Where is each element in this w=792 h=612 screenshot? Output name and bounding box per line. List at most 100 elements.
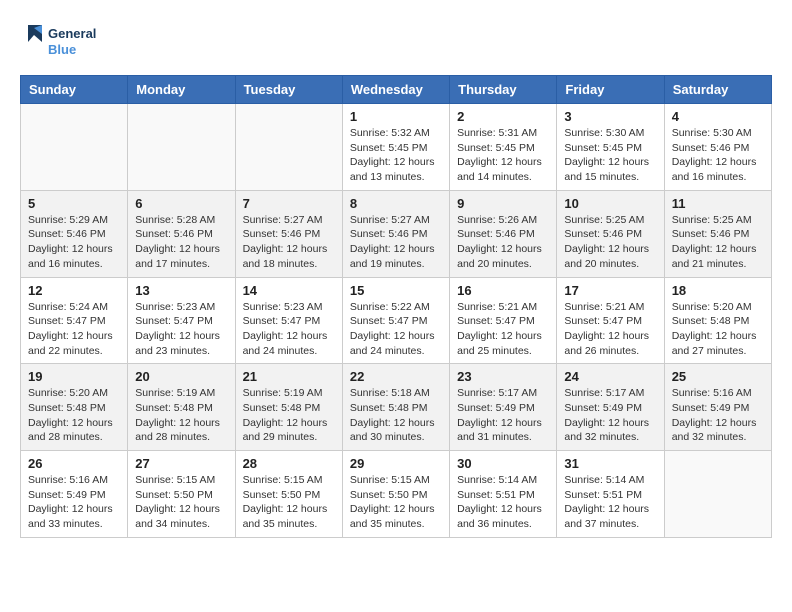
week-row-5: 26 Sunrise: 5:16 AMSunset: 5:49 PMDayligh… [21, 451, 772, 538]
calendar-cell: 3 Sunrise: 5:30 AMSunset: 5:45 PMDaylight… [557, 104, 664, 191]
calendar-cell: 22 Sunrise: 5:18 AMSunset: 5:48 PMDayligh… [342, 364, 449, 451]
day-info: Sunrise: 5:22 AMSunset: 5:47 PMDaylight:… [350, 300, 442, 359]
calendar-cell: 31Sunrise: 5:14 AMSunset: 5:51 PMDayligh… [557, 451, 664, 538]
page-header: General Blue [20, 20, 772, 65]
week-row-4: 19 Sunrise: 5:20 AMSunset: 5:48 PMDayligh… [21, 364, 772, 451]
day-number: 21 [243, 369, 335, 384]
weekday-header-monday: Monday [128, 76, 235, 104]
day-number: 22 [350, 369, 442, 384]
calendar-cell: 14 Sunrise: 5:23 AMSunset: 5:47 PMDayligh… [235, 277, 342, 364]
calendar-cell: 29Sunrise: 5:15 AMSunset: 5:50 PMDayligh… [342, 451, 449, 538]
day-number: 12 [28, 283, 120, 298]
day-number: 16 [457, 283, 549, 298]
day-info: Sunrise: 5:28 AMSunset: 5:46 PMDaylight:… [135, 213, 227, 272]
week-row-2: 5 Sunrise: 5:29 AMSunset: 5:46 PMDaylight… [21, 190, 772, 277]
day-info: Sunrise: 5:32 AMSunset: 5:45 PMDaylight:… [350, 126, 442, 185]
weekday-header-tuesday: Tuesday [235, 76, 342, 104]
day-number: 28 [243, 456, 335, 471]
day-number: 10 [564, 196, 656, 211]
day-info: Sunrise: 5:19 AMSunset: 5:48 PMDaylight:… [243, 386, 335, 445]
day-number: 14 [243, 283, 335, 298]
day-info: Sunrise: 5:16 AMSunset: 5:49 PMDaylight:… [28, 473, 120, 532]
day-number: 24 [564, 369, 656, 384]
day-number: 6 [135, 196, 227, 211]
svg-text:Blue: Blue [48, 42, 76, 57]
day-number: 8 [350, 196, 442, 211]
day-info: Sunrise: 5:23 AMSunset: 5:47 PMDaylight:… [243, 300, 335, 359]
day-info: Sunrise: 5:26 AMSunset: 5:46 PMDaylight:… [457, 213, 549, 272]
calendar-cell: 28 Sunrise: 5:15 AMSunset: 5:50 PMDayligh… [235, 451, 342, 538]
day-info: Sunrise: 5:27 AMSunset: 5:46 PMDaylight:… [243, 213, 335, 272]
day-info: Sunrise: 5:15 AMSunset: 5:50 PMDaylight:… [135, 473, 227, 532]
logo-svg: General Blue [20, 20, 110, 65]
day-info: Sunrise: 5:18 AMSunset: 5:48 PMDaylight:… [350, 386, 442, 445]
calendar-cell: 25 Sunrise: 5:16 AMSunset: 5:49 PMDayligh… [664, 364, 771, 451]
weekday-header-saturday: Saturday [664, 76, 771, 104]
day-info: Sunrise: 5:14 AMSunset: 5:51 PMDaylight:… [457, 473, 549, 532]
calendar-cell: 8 Sunrise: 5:27 AMSunset: 5:46 PMDaylight… [342, 190, 449, 277]
day-number: 18 [672, 283, 764, 298]
day-number: 23 [457, 369, 549, 384]
calendar-cell: 18 Sunrise: 5:20 AMSunset: 5:48 PMDayligh… [664, 277, 771, 364]
day-info: Sunrise: 5:27 AMSunset: 5:46 PMDaylight:… [350, 213, 442, 272]
day-number: 9 [457, 196, 549, 211]
day-number: 17 [564, 283, 656, 298]
day-info: Sunrise: 5:21 AMSunset: 5:47 PMDaylight:… [457, 300, 549, 359]
day-info: Sunrise: 5:17 AMSunset: 5:49 PMDaylight:… [457, 386, 549, 445]
day-number: 30 [457, 456, 549, 471]
day-info: Sunrise: 5:30 AMSunset: 5:46 PMDaylight:… [672, 126, 764, 185]
calendar-cell: 30 Sunrise: 5:14 AMSunset: 5:51 PMDayligh… [450, 451, 557, 538]
weekday-header-friday: Friday [557, 76, 664, 104]
calendar-cell: 17 Sunrise: 5:21 AMSunset: 5:47 PMDayligh… [557, 277, 664, 364]
day-info: Sunrise: 5:17 AMSunset: 5:49 PMDaylight:… [564, 386, 656, 445]
calendar-cell: 5 Sunrise: 5:29 AMSunset: 5:46 PMDaylight… [21, 190, 128, 277]
calendar-cell: 20Sunrise: 5:19 AMSunset: 5:48 PMDayligh… [128, 364, 235, 451]
day-number: 20 [135, 369, 227, 384]
calendar-cell: 15 Sunrise: 5:22 AMSunset: 5:47 PMDayligh… [342, 277, 449, 364]
day-number: 15 [350, 283, 442, 298]
day-number: 5 [28, 196, 120, 211]
day-number: 7 [243, 196, 335, 211]
calendar-cell: 21 Sunrise: 5:19 AMSunset: 5:48 PMDayligh… [235, 364, 342, 451]
week-row-3: 12 Sunrise: 5:24 AMSunset: 5:47 PMDayligh… [21, 277, 772, 364]
day-info: Sunrise: 5:20 AMSunset: 5:48 PMDaylight:… [28, 386, 120, 445]
calendar-cell: 24 Sunrise: 5:17 AMSunset: 5:49 PMDayligh… [557, 364, 664, 451]
day-info: Sunrise: 5:25 AMSunset: 5:46 PMDaylight:… [564, 213, 656, 272]
calendar-cell [128, 104, 235, 191]
weekday-header-sunday: Sunday [21, 76, 128, 104]
day-number: 26 [28, 456, 120, 471]
day-info: Sunrise: 5:31 AMSunset: 5:45 PMDaylight:… [457, 126, 549, 185]
calendar-cell: 2 Sunrise: 5:31 AMSunset: 5:45 PMDaylight… [450, 104, 557, 191]
calendar-cell [235, 104, 342, 191]
day-number: 29 [350, 456, 442, 471]
calendar-cell: 4 Sunrise: 5:30 AMSunset: 5:46 PMDaylight… [664, 104, 771, 191]
day-info: Sunrise: 5:30 AMSunset: 5:45 PMDaylight:… [564, 126, 656, 185]
calendar-cell: 9 Sunrise: 5:26 AMSunset: 5:46 PMDaylight… [450, 190, 557, 277]
calendar-cell: 16 Sunrise: 5:21 AMSunset: 5:47 PMDayligh… [450, 277, 557, 364]
calendar-cell: 6 Sunrise: 5:28 AMSunset: 5:46 PMDaylight… [128, 190, 235, 277]
week-row-1: 1Sunrise: 5:32 AMSunset: 5:45 PMDaylight… [21, 104, 772, 191]
calendar-cell: 27Sunrise: 5:15 AMSunset: 5:50 PMDayligh… [128, 451, 235, 538]
day-info: Sunrise: 5:24 AMSunset: 5:47 PMDaylight:… [28, 300, 120, 359]
calendar-cell: 10 Sunrise: 5:25 AMSunset: 5:46 PMDayligh… [557, 190, 664, 277]
weekday-header-wednesday: Wednesday [342, 76, 449, 104]
day-number: 13 [135, 283, 227, 298]
calendar-cell: 23 Sunrise: 5:17 AMSunset: 5:49 PMDayligh… [450, 364, 557, 451]
calendar-cell: 13 Sunrise: 5:23 AMSunset: 5:47 PMDayligh… [128, 277, 235, 364]
day-info: Sunrise: 5:29 AMSunset: 5:46 PMDaylight:… [28, 213, 120, 272]
day-number: 3 [564, 109, 656, 124]
calendar-cell [21, 104, 128, 191]
day-info: Sunrise: 5:15 AMSunset: 5:50 PMDaylight:… [243, 473, 335, 532]
day-info: Sunrise: 5:20 AMSunset: 5:48 PMDaylight:… [672, 300, 764, 359]
day-info: Sunrise: 5:21 AMSunset: 5:47 PMDaylight:… [564, 300, 656, 359]
logo: General Blue [20, 20, 110, 65]
day-number: 31 [564, 456, 656, 471]
day-info: Sunrise: 5:16 AMSunset: 5:49 PMDaylight:… [672, 386, 764, 445]
day-number: 25 [672, 369, 764, 384]
day-info: Sunrise: 5:23 AMSunset: 5:47 PMDaylight:… [135, 300, 227, 359]
day-number: 2 [457, 109, 549, 124]
calendar-cell: 26 Sunrise: 5:16 AMSunset: 5:49 PMDayligh… [21, 451, 128, 538]
day-number: 19 [28, 369, 120, 384]
day-number: 4 [672, 109, 764, 124]
calendar-cell: 1Sunrise: 5:32 AMSunset: 5:45 PMDaylight… [342, 104, 449, 191]
